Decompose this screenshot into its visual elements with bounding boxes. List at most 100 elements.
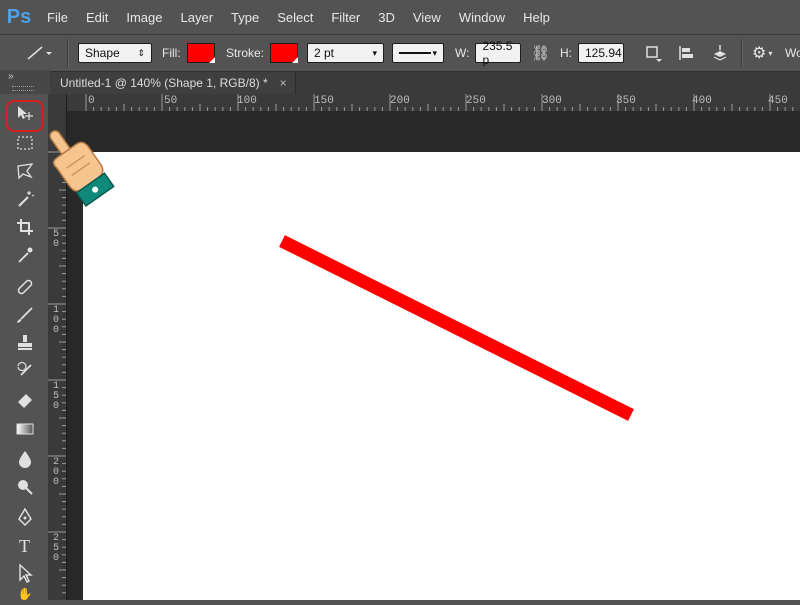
menu-help[interactable]: Help xyxy=(514,10,559,25)
ruler-left-label: 1 xyxy=(52,305,59,316)
dodge-icon xyxy=(18,480,33,495)
shape-mode-select[interactable]: Shape ⇕ xyxy=(78,43,152,63)
ruler-top-label: 100 xyxy=(237,95,257,107)
document-tab-title: Untitled-1 @ 140% (Shape 1, RGB/8) * xyxy=(60,76,268,90)
fill-color-swatch[interactable] xyxy=(186,43,215,63)
height-label: H: xyxy=(560,46,572,60)
gear-icon: ⚙ xyxy=(752,45,767,62)
path-arrangement-button[interactable] xyxy=(710,42,730,64)
arrange-icon xyxy=(713,45,727,61)
document-canvas[interactable] xyxy=(83,152,800,600)
menu-layer[interactable]: Layer xyxy=(172,10,223,25)
photoshop-logo: Ps xyxy=(6,5,32,28)
crop-icon xyxy=(17,219,33,235)
history-brush-icon xyxy=(17,361,32,376)
path-selection-tool[interactable] xyxy=(10,560,40,586)
ruler-top-label: 350 xyxy=(616,95,636,107)
eyedropper-tool[interactable] xyxy=(10,242,40,268)
menu-select[interactable]: Select xyxy=(268,10,322,25)
link-icon: ⛓ xyxy=(531,45,551,62)
chevron-down-icon: ▾ xyxy=(432,47,437,58)
stroke-label: Stroke: xyxy=(226,46,265,60)
bandage-icon xyxy=(17,279,33,295)
settings-button[interactable]: ⚙ ▾ xyxy=(752,42,772,64)
workspace-label: Wo xyxy=(785,46,800,60)
type-tool[interactable]: T xyxy=(10,532,40,558)
clone-stamp-tool[interactable] xyxy=(10,330,40,356)
width-input[interactable]: 235.5 p xyxy=(475,39,522,67)
menu-filter[interactable]: Filter xyxy=(322,10,369,25)
ruler-top-label: 0 xyxy=(88,95,95,107)
stepper-icon: ⇕ xyxy=(137,47,145,58)
menu-edit[interactable]: Edit xyxy=(77,10,117,25)
pen-icon xyxy=(18,507,32,527)
hand-tool-icon: ✋ xyxy=(17,587,33,601)
type-icon: T xyxy=(19,536,30,555)
gradient-icon xyxy=(16,423,34,435)
stroke-color-swatch[interactable] xyxy=(270,43,299,63)
stroke-width-field[interactable]: 2 pt ▾ xyxy=(307,43,384,63)
shape-mode-value: Shape xyxy=(85,46,120,60)
menu-image[interactable]: Image xyxy=(117,10,171,25)
ruler-horizontal: 0 50 100 150 200 250 300 350 400 450 xyxy=(80,94,800,112)
ruler-left-label: 2 xyxy=(52,457,59,468)
ruler-left-label: 0 xyxy=(52,553,59,564)
ruler-top-label: 200 xyxy=(390,95,410,107)
red-line-shape[interactable] xyxy=(279,235,634,421)
ruler-top-label: 400 xyxy=(692,95,712,107)
healing-brush-tool[interactable] xyxy=(10,274,40,300)
gradient-tool[interactable] xyxy=(10,416,40,442)
chevron-down-icon: ▾ xyxy=(372,47,377,58)
tool-preset-picker[interactable] xyxy=(22,42,52,64)
ruler-left-label: 0 xyxy=(52,467,59,478)
more-tools[interactable]: ✋ xyxy=(10,587,40,601)
stroke-width-value: 2 pt xyxy=(314,46,335,60)
path-operations-button[interactable] xyxy=(644,42,662,64)
eraser-tool[interactable] xyxy=(10,386,40,412)
stroke-type-select[interactable]: ▾ xyxy=(392,43,444,63)
options-bar: Shape ⇕ Fill: Stroke: 2 pt ▾ ▾ W: 235.5 … xyxy=(0,34,800,72)
ruler-top-label: 250 xyxy=(466,95,486,107)
brush-tool[interactable] xyxy=(10,302,40,328)
blur-tool[interactable] xyxy=(10,446,40,472)
path-alignment-button[interactable] xyxy=(677,42,695,64)
eyedropper-icon xyxy=(18,247,33,263)
stamp-icon xyxy=(18,335,32,350)
crop-tool[interactable] xyxy=(10,214,40,240)
ruler-top-label: 50 xyxy=(164,95,178,107)
path-operations-icon xyxy=(646,46,662,62)
ruler-left-label: 2 xyxy=(52,533,59,544)
fill-label: Fill: xyxy=(162,46,181,60)
eraser-icon xyxy=(18,394,32,408)
dodge-tool[interactable] xyxy=(10,474,40,500)
svg-text:T: T xyxy=(19,536,30,555)
collapse-icon[interactable]: » xyxy=(8,71,14,82)
tools-panel-header: » xyxy=(0,70,50,95)
solid-line-icon xyxy=(399,52,431,54)
height-value: 125.94 xyxy=(585,46,622,60)
ruler-top-label: 450 xyxy=(768,95,788,107)
ruler-left-label: 1 xyxy=(52,381,59,392)
ruler-left-label: 0 xyxy=(52,401,59,412)
document-tab[interactable]: Untitled-1 @ 140% (Shape 1, RGB/8) * × xyxy=(50,72,296,94)
menu-file[interactable]: File xyxy=(38,10,77,25)
close-icon[interactable]: × xyxy=(280,76,287,90)
pointing-hand-illustration xyxy=(49,130,115,207)
height-input[interactable]: 125.94 xyxy=(578,43,624,63)
ruler-left-label: 0 xyxy=(52,477,59,488)
ruler-left-label: 0 xyxy=(52,315,59,326)
ruler-left-label: 0 xyxy=(52,325,59,336)
pen-tool[interactable] xyxy=(10,504,40,530)
menu-type[interactable]: Type xyxy=(222,10,268,25)
ruler-top-label: 150 xyxy=(314,95,334,107)
width-label: W: xyxy=(455,46,470,60)
grip-icon[interactable] xyxy=(12,86,34,91)
link-dimensions-button[interactable]: ⛓ xyxy=(531,42,550,64)
menu-3d[interactable]: 3D xyxy=(369,10,404,25)
history-brush-tool[interactable] xyxy=(10,358,40,384)
path-selection-icon xyxy=(19,563,33,583)
ruler-left-label: 5 xyxy=(52,229,59,240)
canvas-artwork xyxy=(279,235,634,421)
menu-view[interactable]: View xyxy=(404,10,450,25)
menu-window[interactable]: Window xyxy=(450,10,514,25)
